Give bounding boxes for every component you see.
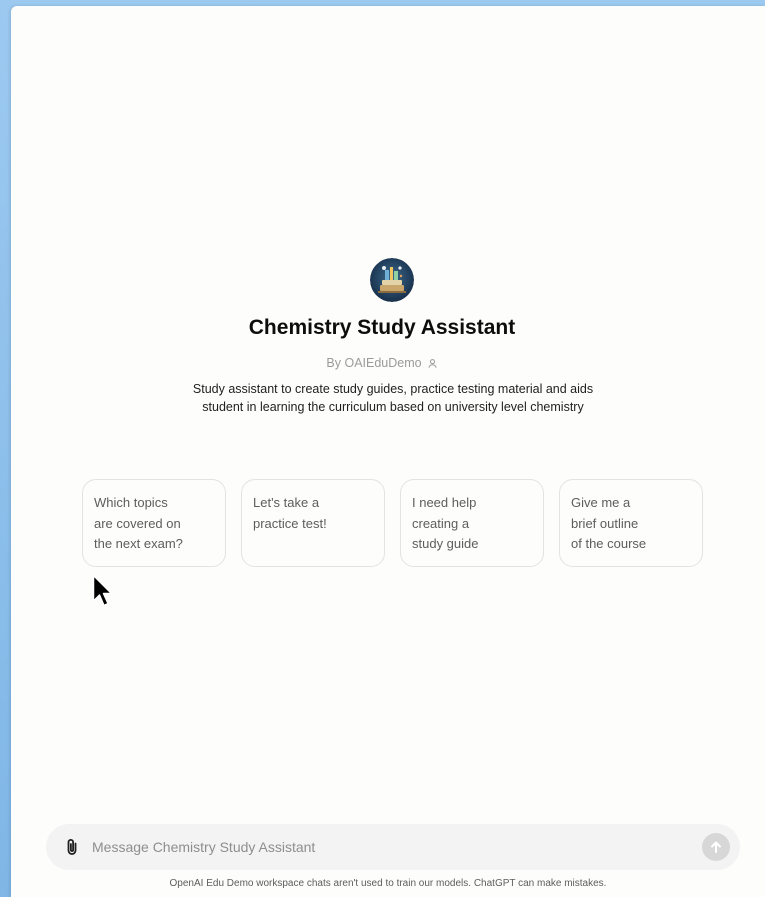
footer-disclaimer: OpenAI Edu Demo workspace chats aren't u…	[169, 878, 607, 889]
paperclip-icon[interactable]	[62, 837, 82, 857]
chat-window: Chemistry Study Assistant By OAIEduDemo …	[11, 6, 765, 897]
gpt-title: Chemistry Study Assistant	[248, 316, 516, 339]
gpt-avatar	[370, 258, 414, 302]
mouse-cursor-icon	[92, 574, 114, 613]
suggestion-card[interactable]: Which topics are covered on the next exa…	[82, 479, 226, 567]
gpt-byline[interactable]: By OAIEduDemo	[0, 356, 764, 370]
message-input[interactable]	[92, 839, 702, 855]
send-button[interactable]	[702, 833, 730, 861]
gpt-description: Study assistant to create study guides, …	[192, 382, 594, 414]
suggestion-card[interactable]: Let's take a practice test!	[241, 479, 385, 567]
suggestion-card[interactable]: I need help creating a study guide	[400, 479, 544, 567]
suggestion-card[interactable]: Give me a brief outline of the course	[559, 479, 703, 567]
message-composer	[46, 824, 740, 870]
arrow-up-icon	[711, 841, 721, 853]
person-icon	[427, 358, 438, 369]
byline-text: By OAIEduDemo	[326, 356, 422, 370]
suggestion-cards: Which topics are covered on the next exa…	[82, 479, 703, 567]
